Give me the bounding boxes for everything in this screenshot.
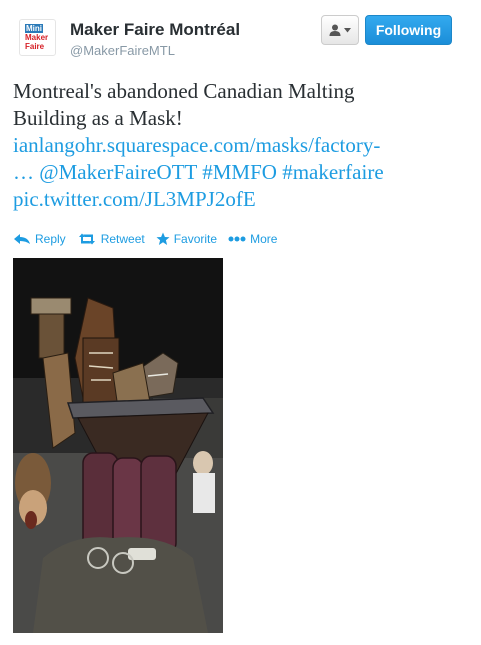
retweet-action[interactable]: Retweet <box>77 232 145 246</box>
reply-label: Reply <box>35 232 66 246</box>
display-name[interactable]: Maker Faire Montréal <box>70 20 240 40</box>
favorite-label: Favorite <box>173 232 218 246</box>
favorite-action[interactable]: Favorite <box>156 232 217 246</box>
avatar-text-mini: Mini <box>25 24 43 33</box>
tweet-url-link[interactable]: ianlangohr.squarespace.com/masks/factory… <box>13 133 380 157</box>
mention-link[interactable]: @MakerFaireOTT <box>39 160 197 184</box>
retweet-label: Retweet <box>100 232 145 246</box>
user-actions-dropdown[interactable] <box>321 15 359 45</box>
hashtag-link-mmfo[interactable]: #MMFO <box>202 160 277 184</box>
tweet-actions: Reply Retweet Favorite More <box>13 229 288 249</box>
caret-down-icon <box>344 27 351 32</box>
star-icon <box>156 232 170 245</box>
screen-name[interactable]: @MakerFaireMTL <box>70 42 240 60</box>
tweet-header: Mini Maker Faire Maker Faire Montréal @M… <box>0 0 481 70</box>
hashtag-link-makerfaire[interactable]: #makerfaire <box>282 160 383 184</box>
following-button[interactable]: Following <box>365 15 452 45</box>
more-label: More <box>250 232 278 246</box>
reply-icon <box>14 234 30 244</box>
profile-avatar[interactable]: Mini Maker Faire <box>19 19 56 56</box>
avatar-text-maker: Maker <box>25 33 49 42</box>
more-dots-icon <box>228 236 246 242</box>
user-icon <box>329 24 341 36</box>
tweet-photo[interactable] <box>13 258 223 633</box>
tweet-text: Montreal's abandoned Canadian Malting Bu… <box>13 78 473 213</box>
tweet-text-line-2: Building as a Mask! <box>13 106 183 130</box>
pic-link[interactable]: pic.twitter.com/JL3MPJ2ofE <box>13 187 256 211</box>
photo-factory-mask <box>13 258 223 633</box>
avatar-text-faire: Faire <box>25 42 45 51</box>
reply-action[interactable]: Reply <box>13 232 66 246</box>
tweet-text-line-1: Montreal's abandoned Canadian Malting <box>13 79 355 103</box>
tweet-url-ellipsis[interactable]: … <box>13 160 34 184</box>
retweet-icon <box>78 233 95 245</box>
profile-names: Maker Faire Montréal @MakerFaireMTL <box>70 20 240 60</box>
more-action[interactable]: More <box>228 232 277 246</box>
